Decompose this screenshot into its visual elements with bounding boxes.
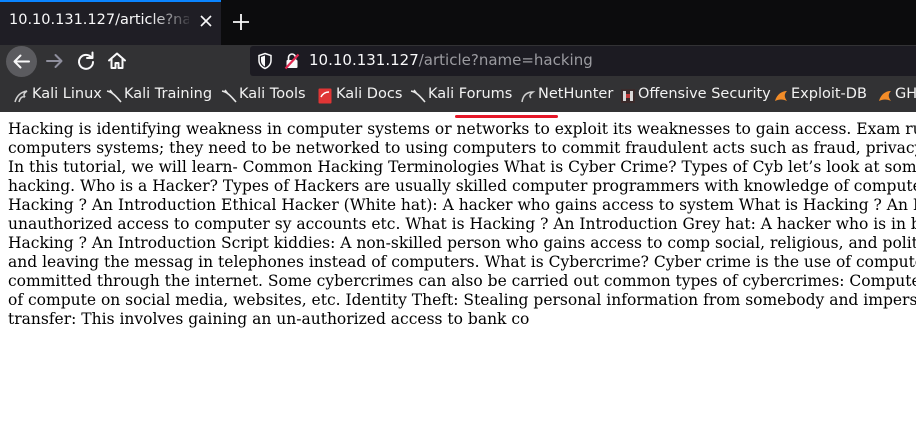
red-annotation-underline <box>455 115 558 118</box>
url-path: /article?name=hacking <box>418 51 593 69</box>
new-tab-plus-icon[interactable] <box>231 12 251 32</box>
tab-active-indicator <box>0 0 221 2</box>
arrow-left-icon <box>13 54 30 69</box>
kali-dragon-icon <box>410 89 426 103</box>
exploit-db-icon <box>775 91 787 101</box>
bookmarks-toolbar: Kali Linux Kali Training Kali Tools Kali… <box>0 78 916 112</box>
home-icon <box>108 52 126 69</box>
forward-button[interactable] <box>41 47 69 75</box>
navigation-toolbar: 10.10.131.127/article?name=hacking <box>0 45 916 118</box>
reload-button[interactable] <box>72 47 100 75</box>
reload-icon <box>78 51 94 70</box>
kali-docs-icon <box>318 88 332 104</box>
nethunter-icon <box>521 91 536 103</box>
shield-icon[interactable] <box>257 52 273 70</box>
url-text[interactable]: 10.10.131.127/article?name=hacking <box>309 51 593 69</box>
url-host: 10.10.131.127 <box>309 51 419 69</box>
kali-dragon-icon <box>221 89 237 103</box>
page-content: Hacking is identifying weakness in compu… <box>8 120 916 429</box>
tab-title-fade <box>150 6 194 40</box>
exploit-db-icon <box>879 91 891 101</box>
home-button[interactable] <box>103 47 131 75</box>
arrow-right-icon <box>46 54 63 68</box>
article-body-text: Hacking is identifying weakness in compu… <box>8 120 916 328</box>
active-tab[interactable]: 10.10.131.127/article?name= <box>0 0 221 45</box>
tab-bar: 10.10.131.127/article?name= <box>0 0 916 45</box>
address-bar[interactable]: 10.10.131.127/article?name=hacking <box>250 46 916 76</box>
close-icon[interactable] <box>198 13 214 29</box>
kali-dragon-icon <box>106 89 122 103</box>
offensive-security-icon <box>621 89 635 103</box>
kali-dragon-icon <box>14 90 28 103</box>
insecure-lock-icon[interactable] <box>284 52 300 70</box>
back-button[interactable] <box>6 46 37 77</box>
